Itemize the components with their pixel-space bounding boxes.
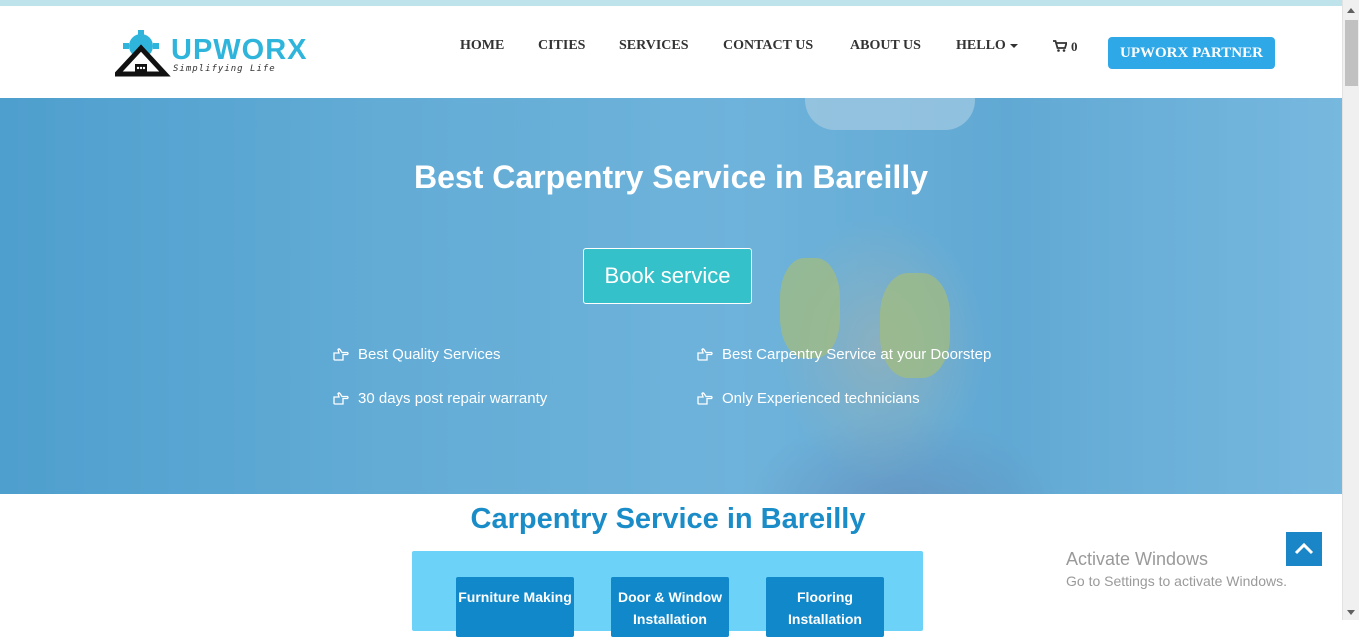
feature-text: 30 days post repair warranty: [358, 390, 548, 407]
nav-hello-dropdown[interactable]: HELLO: [956, 38, 1018, 54]
scroll-up-arrow-icon[interactable]: [1347, 8, 1355, 13]
service-tile-furniture-making[interactable]: Furniture Making: [456, 577, 574, 637]
brand-logo[interactable]: UPWORX Simplifying Life: [115, 30, 315, 82]
service-tile-label: Door & Window: [617, 589, 723, 605]
hand-point-right-icon: [333, 392, 349, 405]
back-to-top-button[interactable]: [1286, 532, 1322, 566]
nav-contact-us[interactable]: CONTACT US: [723, 38, 813, 54]
service-tile-label: Furniture Making: [458, 589, 572, 605]
service-tile-door-window[interactable]: Door & Window Installation: [611, 577, 729, 637]
house-gear-logo-icon: [115, 30, 171, 77]
feature-text: Only Experienced technicians: [722, 390, 920, 407]
book-service-button[interactable]: Book service: [583, 248, 752, 304]
activate-windows-title: Activate Windows: [1066, 549, 1209, 569]
caret-down-icon: [1009, 43, 1018, 48]
feature-item: Best Carpentry Service at your Doorstep: [697, 346, 991, 363]
shopping-cart-icon: [1053, 40, 1068, 52]
feature-text: Best Quality Services: [358, 346, 501, 363]
scroll-thumb[interactable]: [1345, 20, 1358, 86]
chevron-up-icon: [1294, 543, 1314, 555]
feature-item: 30 days post repair warranty: [333, 390, 547, 407]
cart-count: 0: [1071, 39, 1078, 54]
nav-home[interactable]: HOME: [460, 38, 504, 54]
service-tile-label-line2: Installation: [788, 611, 862, 627]
activate-windows-subtitle: Go to Settings to activate Windows.: [1066, 573, 1287, 589]
section-title: Carpentry Service in Bareilly: [470, 503, 866, 535]
navbar: UPWORX Simplifying Life HOME CITIES SERV…: [0, 6, 1342, 98]
nav-cities[interactable]: CITIES: [538, 38, 585, 54]
brand-name: UPWORX: [171, 34, 308, 66]
feature-item: Best Quality Services: [333, 346, 501, 363]
page-scrollbar[interactable]: [1342, 0, 1359, 620]
brand-tagline: Simplifying Life: [173, 64, 276, 74]
nav-hello-label: HELLO: [956, 38, 1006, 53]
feature-item: Only Experienced technicians: [697, 390, 920, 407]
service-tile-label-line2: Installation: [633, 611, 707, 627]
hero-title: Best Carpentry Service in Bareilly: [413, 159, 928, 195]
nav-about-us[interactable]: ABOUT US: [850, 38, 921, 54]
hand-point-right-icon: [697, 348, 713, 361]
hand-point-right-icon: [333, 348, 349, 361]
feature-text: Best Carpentry Service at your Doorstep: [722, 346, 992, 363]
partner-button[interactable]: UPWORX PARTNER: [1108, 37, 1275, 69]
nav-services[interactable]: SERVICES: [619, 38, 689, 54]
services-panel: Furniture Making Door & Window Installat…: [412, 551, 923, 637]
hand-point-right-icon: [697, 392, 713, 405]
scroll-down-arrow-icon[interactable]: [1347, 610, 1355, 615]
service-tile-flooring[interactable]: Flooring Installation: [766, 577, 884, 637]
hero-banner: Best Carpentry Service in Bareilly Book …: [0, 98, 1342, 494]
service-tile-label: Flooring: [797, 589, 853, 605]
cart-link[interactable]: 0: [1053, 39, 1078, 55]
